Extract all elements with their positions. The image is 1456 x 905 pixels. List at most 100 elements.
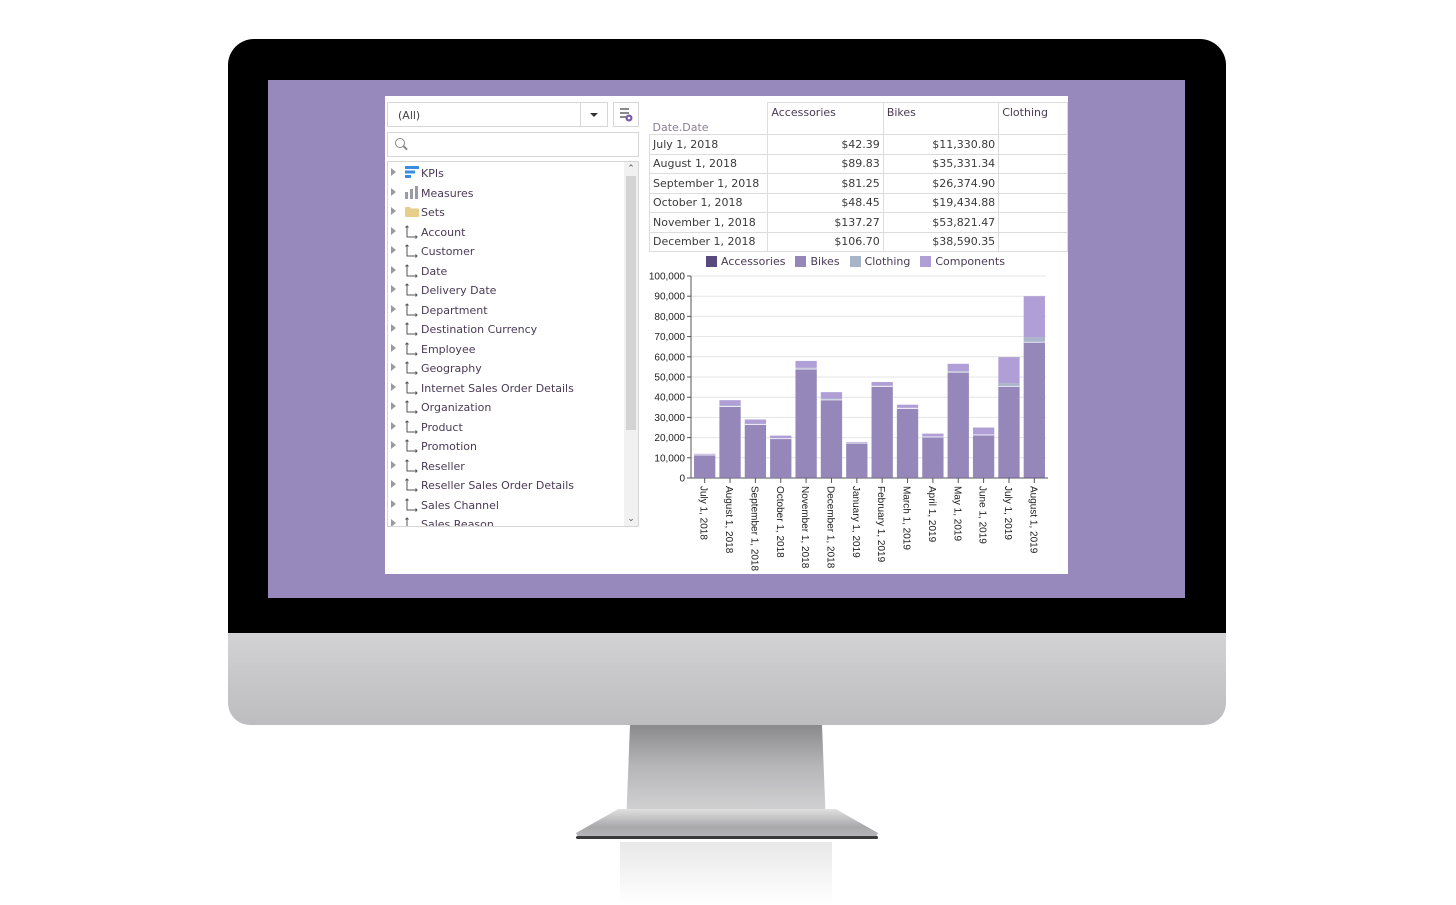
expand-arrow-icon[interactable] [391, 519, 396, 526]
bar-components-4[interactable] [795, 360, 817, 368]
expand-arrow-icon[interactable] [391, 382, 396, 391]
expand-arrow-icon[interactable] [391, 207, 396, 215]
expand-arrow-icon[interactable] [391, 480, 396, 488]
bar-bikes-12[interactable] [998, 386, 1020, 478]
column-header-clothing[interactable]: Clothing [998, 102, 1068, 135]
monitor-stand-edge [576, 836, 878, 839]
expand-arrow-icon[interactable] [391, 226, 396, 235]
bar-bikes-5[interactable] [820, 399, 843, 478]
column-header-accessories[interactable]: Accessories [767, 102, 884, 135]
expand-arrow-icon[interactable] [391, 285, 396, 293]
bar-components-12[interactable] [998, 357, 1020, 384]
scrollbar-thumb[interactable] [626, 176, 636, 430]
bar-bikes-9[interactable] [922, 437, 944, 478]
field-filter-combo[interactable]: (All) [387, 102, 608, 127]
tree-item-delivery-date[interactable]: Delivery Date [388, 281, 626, 300]
bar-components-13[interactable] [1023, 296, 1045, 338]
table-row: December 1, 2018 $106.70 $38,590.35 [648, 231, 1068, 252]
row-date[interactable]: July 1, 2018 [648, 134, 769, 155]
bar-bikes-0[interactable] [694, 455, 716, 478]
bar-components-9[interactable] [922, 433, 944, 437]
bar-bikes-10[interactable] [947, 372, 969, 478]
bar-bikes-3[interactable] [770, 438, 792, 478]
tree-item-product[interactable]: Product [388, 418, 626, 437]
expand-arrow-icon[interactable] [391, 460, 396, 469]
expand-arrow-icon[interactable] [391, 363, 396, 371]
bar-bikes-8[interactable] [896, 408, 919, 478]
tree-item-label: Reseller Sales Order Details [421, 479, 574, 492]
tree-item-reseller[interactable]: Reseller [388, 457, 626, 476]
row-date[interactable]: August 1, 2018 [648, 153, 769, 174]
table-row: September 1, 2018 $81.25 $26,374.90 [648, 173, 1068, 194]
bar-components-3[interactable] [770, 435, 792, 439]
bar-bikes-2[interactable] [744, 424, 767, 478]
tree-item-label: Reseller [421, 459, 465, 473]
field-list-settings-button[interactable] [613, 102, 639, 127]
expand-arrow-icon[interactable] [391, 187, 396, 196]
x-tick-label: February 1, 2019 [875, 486, 886, 563]
row-date[interactable]: December 1, 2018 [648, 231, 769, 252]
column-header-bikes[interactable]: Bikes [882, 102, 1000, 135]
dimension-icon [405, 517, 419, 526]
bar-components-7[interactable] [871, 382, 893, 386]
bar-bikes-4[interactable] [795, 369, 817, 478]
tree-item-account[interactable]: Account [388, 223, 626, 242]
bar-clothing-13[interactable] [1023, 337, 1045, 343]
x-tick-label: August 1, 2018 [723, 486, 734, 554]
x-tick-label: September 1, 2018 [748, 486, 759, 571]
tree-item-geography[interactable]: Geography [388, 359, 626, 378]
expand-arrow-icon[interactable] [391, 499, 396, 508]
expand-arrow-icon[interactable] [391, 324, 396, 332]
kpi-icon [405, 166, 419, 179]
expand-arrow-icon[interactable] [391, 168, 396, 176]
tree-item-sales-channel[interactable]: Sales Channel [388, 496, 626, 515]
expand-arrow-icon[interactable] [391, 265, 396, 274]
bar-components-5[interactable] [820, 392, 843, 399]
measures-icon [405, 185, 419, 199]
tree-item-reseller-sales-order-details[interactable]: Reseller Sales Order Details [388, 476, 626, 495]
bar-components-1[interactable] [719, 400, 741, 406]
bar-bikes-7[interactable] [871, 386, 893, 478]
expand-arrow-icon[interactable] [391, 421, 396, 430]
tree-item-kpis[interactable]: KPIs [388, 164, 626, 183]
tree-item-sales-reason[interactable]: Sales Reason [388, 515, 626, 526]
dimension-icon [405, 283, 419, 297]
bar-bikes-1[interactable] [719, 406, 741, 478]
chevron-down-icon[interactable] [580, 103, 607, 126]
tree-item-date[interactable]: Date [388, 262, 626, 281]
row-date[interactable]: November 1, 2018 [648, 212, 769, 233]
row-date[interactable]: September 1, 2018 [648, 173, 769, 194]
tree-item-destination-currency[interactable]: Destination Currency [388, 320, 626, 339]
tree-item-measures[interactable]: Measures [388, 184, 626, 203]
bar-components-11[interactable] [972, 427, 995, 435]
tree-item-sets[interactable]: Sets [388, 203, 626, 222]
row-header-label: Date.Date [652, 121, 709, 134]
bar-bikes-6[interactable] [846, 443, 868, 478]
expand-arrow-icon[interactable] [391, 441, 396, 449]
cell-clothing [998, 153, 1068, 174]
bar-components-2[interactable] [744, 419, 767, 424]
bar-components-8[interactable] [896, 404, 919, 408]
expand-arrow-icon[interactable] [391, 402, 396, 410]
tree-item-customer[interactable]: Customer [388, 242, 626, 261]
bar-components-6[interactable] [846, 441, 868, 443]
expand-arrow-icon[interactable] [391, 343, 396, 352]
expand-arrow-icon[interactable] [391, 304, 396, 313]
scroll-down-icon[interactable]: ⌄ [624, 513, 638, 525]
tree-item-department[interactable]: Department [388, 301, 626, 320]
bar-bikes-13[interactable] [1023, 342, 1045, 478]
scroll-up-icon[interactable]: ⌃ [624, 163, 638, 175]
x-tick-label: April 1, 2019 [926, 486, 937, 543]
expand-arrow-icon[interactable] [391, 246, 396, 254]
bar-components-10[interactable] [947, 363, 969, 372]
tree-item-promotion[interactable]: Promotion [388, 437, 626, 456]
tree-item-employee[interactable]: Employee [388, 340, 626, 359]
bar-bikes-11[interactable] [972, 435, 995, 478]
tree-scrollbar[interactable]: ⌃ ⌄ [624, 162, 638, 526]
row-date[interactable]: October 1, 2018 [648, 192, 769, 213]
bar-components-0[interactable] [694, 453, 716, 455]
tree-item-organization[interactable]: Organization [388, 398, 626, 417]
field-search-input[interactable] [387, 132, 639, 157]
tree-item-internet-sales-order-details[interactable]: Internet Sales Order Details [388, 379, 626, 398]
tree-item-label: Product [421, 420, 463, 434]
